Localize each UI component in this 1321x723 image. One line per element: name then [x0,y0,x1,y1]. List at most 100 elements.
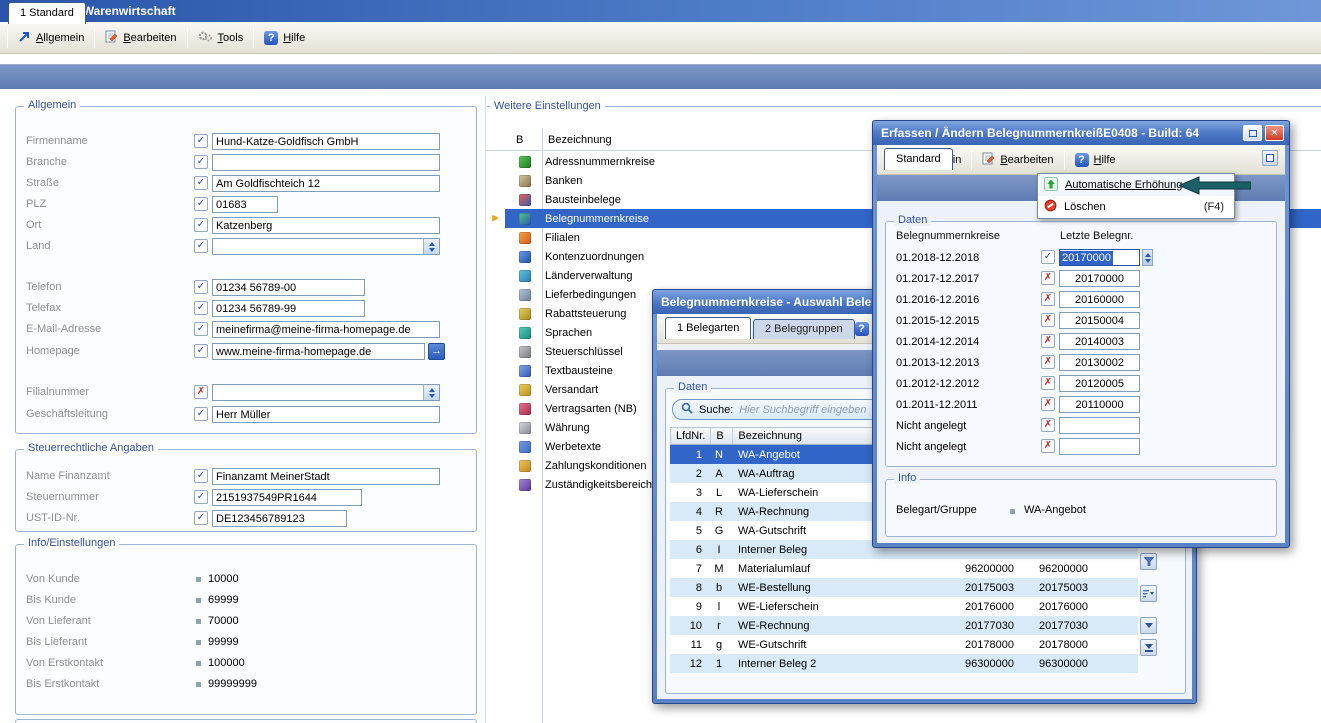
menu-tools[interactable]: Tools [191,26,251,50]
belegnr-checkbox[interactable] [1041,397,1055,411]
belegnr-checkbox[interactable] [1041,376,1055,390]
spinner-buttons[interactable] [423,385,439,400]
belegnr-row: Nicht angelegt [886,416,1276,437]
spinner-buttons[interactable] [1142,249,1153,266]
table-row[interactable]: 8 b WE-Bestellung 20175003 20175003 [670,578,1138,597]
plz-input[interactable] [212,196,278,213]
ustid-checkbox[interactable] [194,511,208,525]
table-row[interactable]: 12 1 Interner Beleg 2 96300000 96300000 [670,654,1138,673]
belegnr-checkbox[interactable] [1041,418,1055,432]
menu-hilfe[interactable]: ? Hilfe [1068,149,1123,171]
belegnr-input[interactable]: 20120005 [1059,375,1140,392]
steuernummer-input[interactable] [212,489,362,506]
tab-beleggruppen[interactable]: 2 Beleggruppen [753,319,855,339]
finanzamt-input[interactable] [212,468,440,485]
field-label: Steuernummer [26,491,99,503]
menu-item-loeschen[interactable]: Löschen (F4) [1038,196,1234,218]
section-rule [487,106,1321,107]
tab-standard[interactable]: Standard [884,148,953,170]
info-row-label: Von Kunde [26,573,80,585]
table-row[interactable]: 11 g WE-Gutschrift 20178000 20178000 [670,635,1138,654]
land-select[interactable]: DE : Deutschland [212,238,440,255]
list-item-label: Bausteinbelege [545,194,621,206]
belegnr-checkbox[interactable] [1041,313,1055,327]
belegnr-input[interactable]: 20160000 [1059,291,1140,308]
geschaeftsleitung-input[interactable] [212,406,440,423]
scroll-down-button[interactable] [1140,617,1157,634]
filialnummer-checkbox[interactable] [194,385,208,399]
telefon-checkbox[interactable] [194,280,208,294]
belegnr-checkbox[interactable] [1041,334,1055,348]
spinner-buttons[interactable] [423,239,439,254]
scroll-end-button[interactable] [1140,639,1157,656]
field-row-strasse: Straße [16,175,476,193]
email-checkbox[interactable] [194,322,208,336]
belegnr-input[interactable] [1059,417,1140,434]
belegnr-value: 20150004 [1075,315,1124,327]
field-label: Ort [26,219,41,231]
firmenname-input[interactable] [212,133,440,150]
belegnr-input[interactable]: 20170000 [1059,270,1140,287]
homepage-checkbox[interactable] [194,344,208,358]
land-checkbox[interactable] [194,239,208,253]
cell-b: N [708,449,730,461]
belegnr-input[interactable]: 20110000 [1059,396,1140,413]
menu-hilfe[interactable]: ? Hilfe [257,27,312,49]
belegnr-input[interactable]: 20170000 [1059,249,1140,266]
table-row[interactable]: 9 l WE-Lieferschein 20176000 20176000 [670,597,1138,616]
sort-button[interactable] [1140,585,1157,602]
column-header-bezeichnung: Bezeichnung [548,134,612,146]
erfassen-dialog-titlebar[interactable]: Erfassen / Ändern BelegnummernkreißE0408… [873,121,1289,145]
belegnr-checkbox[interactable] [1041,439,1055,453]
belegnr-checkbox[interactable] [1041,292,1055,306]
belegnr-input[interactable]: 20140003 [1059,333,1140,350]
telefax-input[interactable] [212,300,365,317]
menu-bearbeiten[interactable]: Bearbeiten [975,148,1060,172]
field-label: Name Finanzamt [26,470,110,482]
finanzamt-checkbox[interactable] [194,469,208,483]
branche-input[interactable] [212,154,440,171]
branche-checkbox[interactable] [194,155,208,169]
belegnr-checkbox[interactable] [1041,355,1055,369]
belegnr-input[interactable] [1059,438,1140,455]
steuernummer-checkbox[interactable] [194,490,208,504]
belegnr-input[interactable]: 20150004 [1059,312,1140,329]
menu-allgemein[interactable]: Allgemein [11,26,91,50]
telefax-checkbox[interactable] [194,301,208,315]
telefon-input[interactable] [212,279,365,296]
ort-input[interactable] [212,217,440,234]
field-label: UST-ID-Nr. [26,512,80,524]
tab-belegarten[interactable]: 1 Belegarten [665,317,751,339]
belegnr-input[interactable]: 20130002 [1059,354,1140,371]
homepage-input[interactable] [212,343,425,360]
minimize-button[interactable] [1243,125,1262,141]
belegnr-checkbox[interactable] [1041,250,1055,264]
filter-button[interactable] [1140,553,1157,570]
homepage-open-button[interactable]: → [428,343,445,360]
geschaeftsleitung-checkbox[interactable] [194,407,208,421]
list-item-label: Textbausteine [545,365,613,377]
grid-icon[interactable] [1262,150,1278,166]
table-row[interactable]: 7 M Materialumlauf 96200000 96200000 [670,559,1138,578]
plz-checkbox[interactable] [194,197,208,211]
field-row-geschaeftsleitung: Geschäftsleitung [16,406,476,424]
field-row-steuernummer: Steuernummer [16,489,476,507]
belegnr-row: 01.2011-12.2011 20110000 [886,395,1276,416]
close-button[interactable]: ✕ [1265,125,1284,141]
email-input[interactable] [212,321,440,338]
belegnr-value: 20140003 [1075,336,1124,348]
firmenname-checkbox[interactable] [194,134,208,148]
filialnummer-select[interactable]: 000 : Zentrale [212,384,440,401]
table-row[interactable]: 10 r WE-Rechnung 20177030 20177030 [670,616,1138,635]
field-row-homepage: Homepage → [16,343,476,361]
belegnr-checkbox[interactable] [1041,271,1055,285]
menu-bearbeiten[interactable]: Bearbeiten [98,26,183,50]
strasse-input[interactable] [212,175,440,192]
ustid-input[interactable] [212,510,347,527]
responsibility-icon [519,479,531,491]
discount-icon [519,308,531,320]
row-marker [486,323,505,342]
ort-checkbox[interactable] [194,218,208,232]
strasse-checkbox[interactable] [194,176,208,190]
tab-standard[interactable]: 1 Standard [8,2,86,24]
